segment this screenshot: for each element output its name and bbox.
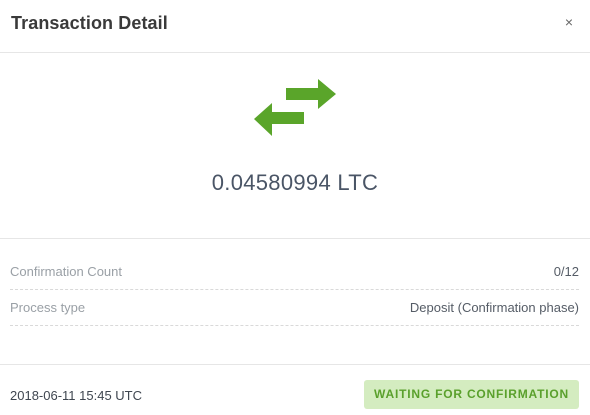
detail-row-confirmation-count: Confirmation Count 0/12 [10,254,579,290]
modal-header: Transaction Detail × [0,0,590,53]
transaction-timestamp: 2018-06-11 15:45 UTC [10,388,143,403]
arrow-left-shape [254,103,304,136]
status-badge: WAITING FOR CONFIRMATION [364,380,579,409]
detail-row-process-type: Process type Deposit (Confirmation phase… [10,290,579,326]
detail-label: Confirmation Count [10,264,122,279]
transaction-summary: 0.04580994 LTC [0,53,590,239]
close-icon[interactable]: × [562,14,576,30]
transaction-detail-modal: Transaction Detail × 0.04580994 LTC Conf… [0,0,590,415]
modal-title: Transaction Detail [11,13,168,33]
arrow-right-shape [286,79,336,109]
detail-label: Process type [10,300,86,315]
detail-value: 0/12 [553,264,579,279]
detail-value: Deposit (Confirmation phase) [409,300,579,315]
transaction-details: Confirmation Count 0/12 Process type Dep… [10,254,579,326]
transfer-arrows-icon [254,79,336,136]
modal-footer: 2018-06-11 15:45 UTC WAITING FOR CONFIRM… [0,364,590,415]
transaction-amount: 0.04580994 LTC [211,170,379,195]
